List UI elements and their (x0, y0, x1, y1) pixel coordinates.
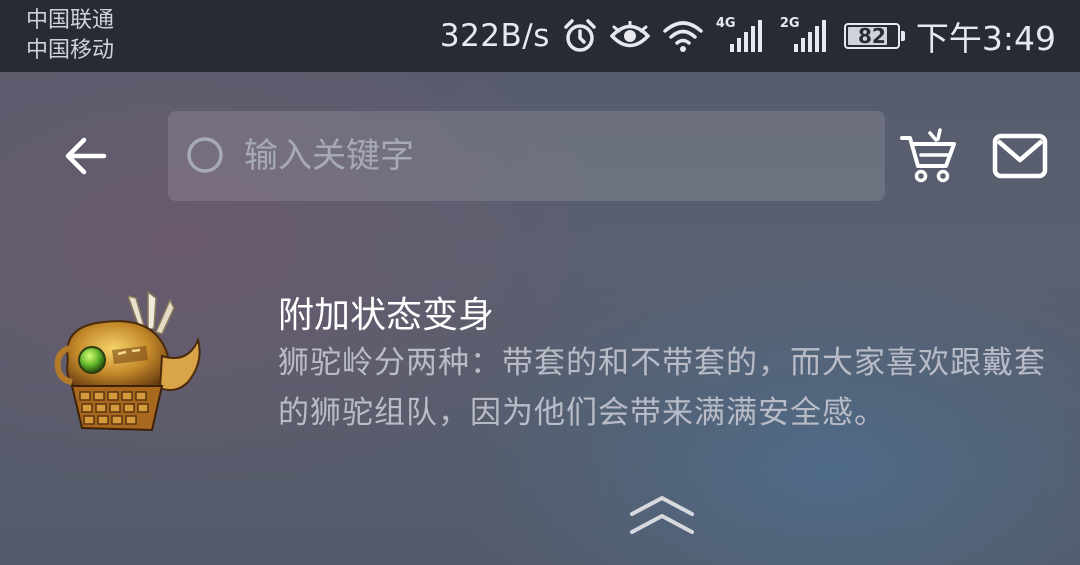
signal-2g-icon: 2G (780, 16, 832, 54)
double-chevron-up-icon[interactable] (628, 494, 696, 538)
status-indicators: 322B/s 4G 2G 82 下午3:49 (440, 0, 1056, 72)
net-speed: 322B/s (439, 18, 550, 54)
battery-level: 82 (857, 24, 886, 48)
status-bar: 中国联通 中国移动 322B/s 4G 2G 82 下午3:49 (0, 0, 1080, 72)
carrier-list: 中国联通 中国移动 (26, 6, 114, 66)
carrier-1: 中国联通 (26, 8, 115, 33)
eye-icon (609, 21, 650, 48)
mail-icon[interactable] (992, 132, 1048, 180)
search-bar[interactable] (168, 111, 885, 201)
clock: 下午3:49 (915, 19, 1056, 58)
helmet-item-icon (54, 290, 201, 432)
wifi-icon (663, 21, 703, 52)
battery-icon: 82 (843, 23, 905, 49)
carrier-2: 中国移动 (26, 38, 115, 63)
search-icon (187, 137, 223, 173)
search-input[interactable] (242, 125, 885, 187)
item-title: 附加状态变身 (278, 295, 495, 336)
back-arrow-icon[interactable] (60, 130, 112, 182)
item-description: 狮驼岭分两种：带套的和不带套的，而大家喜欢跟戴套的狮驼组队，因为他们会带来满满安… (278, 345, 1046, 431)
cart-icon[interactable] (900, 128, 958, 184)
signal-4g-icon: 4G (716, 16, 768, 54)
alarm-icon (564, 19, 596, 52)
